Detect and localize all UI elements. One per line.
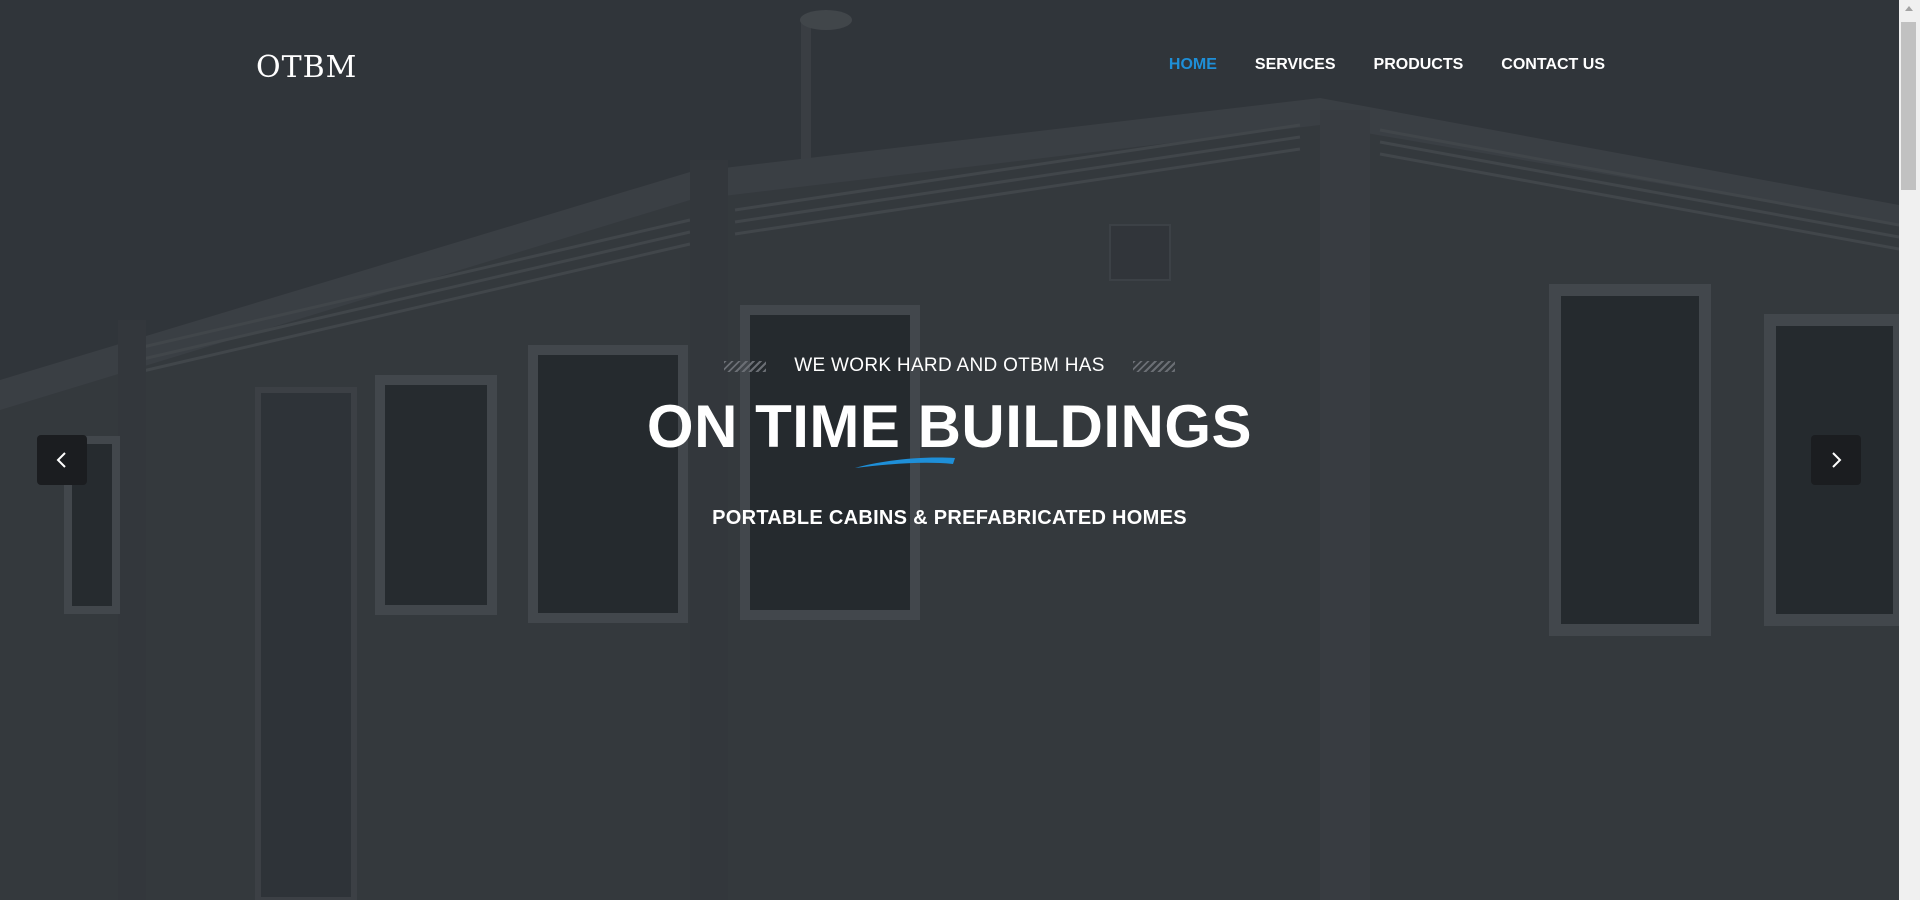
scroll-up-arrow-icon[interactable] <box>1905 6 1913 11</box>
page-viewport: OTBM HOME SERVICES PRODUCTS CONTACT US W… <box>0 0 1899 900</box>
chevron-right-icon <box>1832 452 1842 468</box>
hatch-decoration-left <box>724 360 767 372</box>
slider-next-button[interactable] <box>1811 435 1861 485</box>
hatch-decoration-right <box>1132 360 1175 372</box>
hero-tagline: WE WORK HARD AND OTBM HAS <box>794 355 1105 376</box>
page-scrollbar[interactable] <box>1899 0 1920 900</box>
hero-subline: PORTABLE CABINS & PREFABRICATED HOMES <box>712 507 1187 529</box>
chevron-left-icon <box>56 452 66 468</box>
site-logo[interactable]: OTBM <box>256 50 357 85</box>
nav-item-products[interactable]: PRODUCTS <box>1374 56 1464 74</box>
swoosh-underline-icon <box>855 457 955 468</box>
scrollbar-thumb[interactable] <box>1901 22 1916 190</box>
slider-prev-button[interactable] <box>37 435 87 485</box>
nav-item-contact-us[interactable]: CONTACT US <box>1501 56 1605 74</box>
nav-item-home[interactable]: HOME <box>1169 56 1217 74</box>
main-nav: HOME SERVICES PRODUCTS CONTACT US <box>1169 56 1605 74</box>
hero-headline: ON TIME BUILDINGS <box>646 393 1253 460</box>
hero-tagline-row: WE WORK HARD AND OTBM HAS <box>0 355 1899 377</box>
nav-item-services[interactable]: SERVICES <box>1255 56 1336 74</box>
